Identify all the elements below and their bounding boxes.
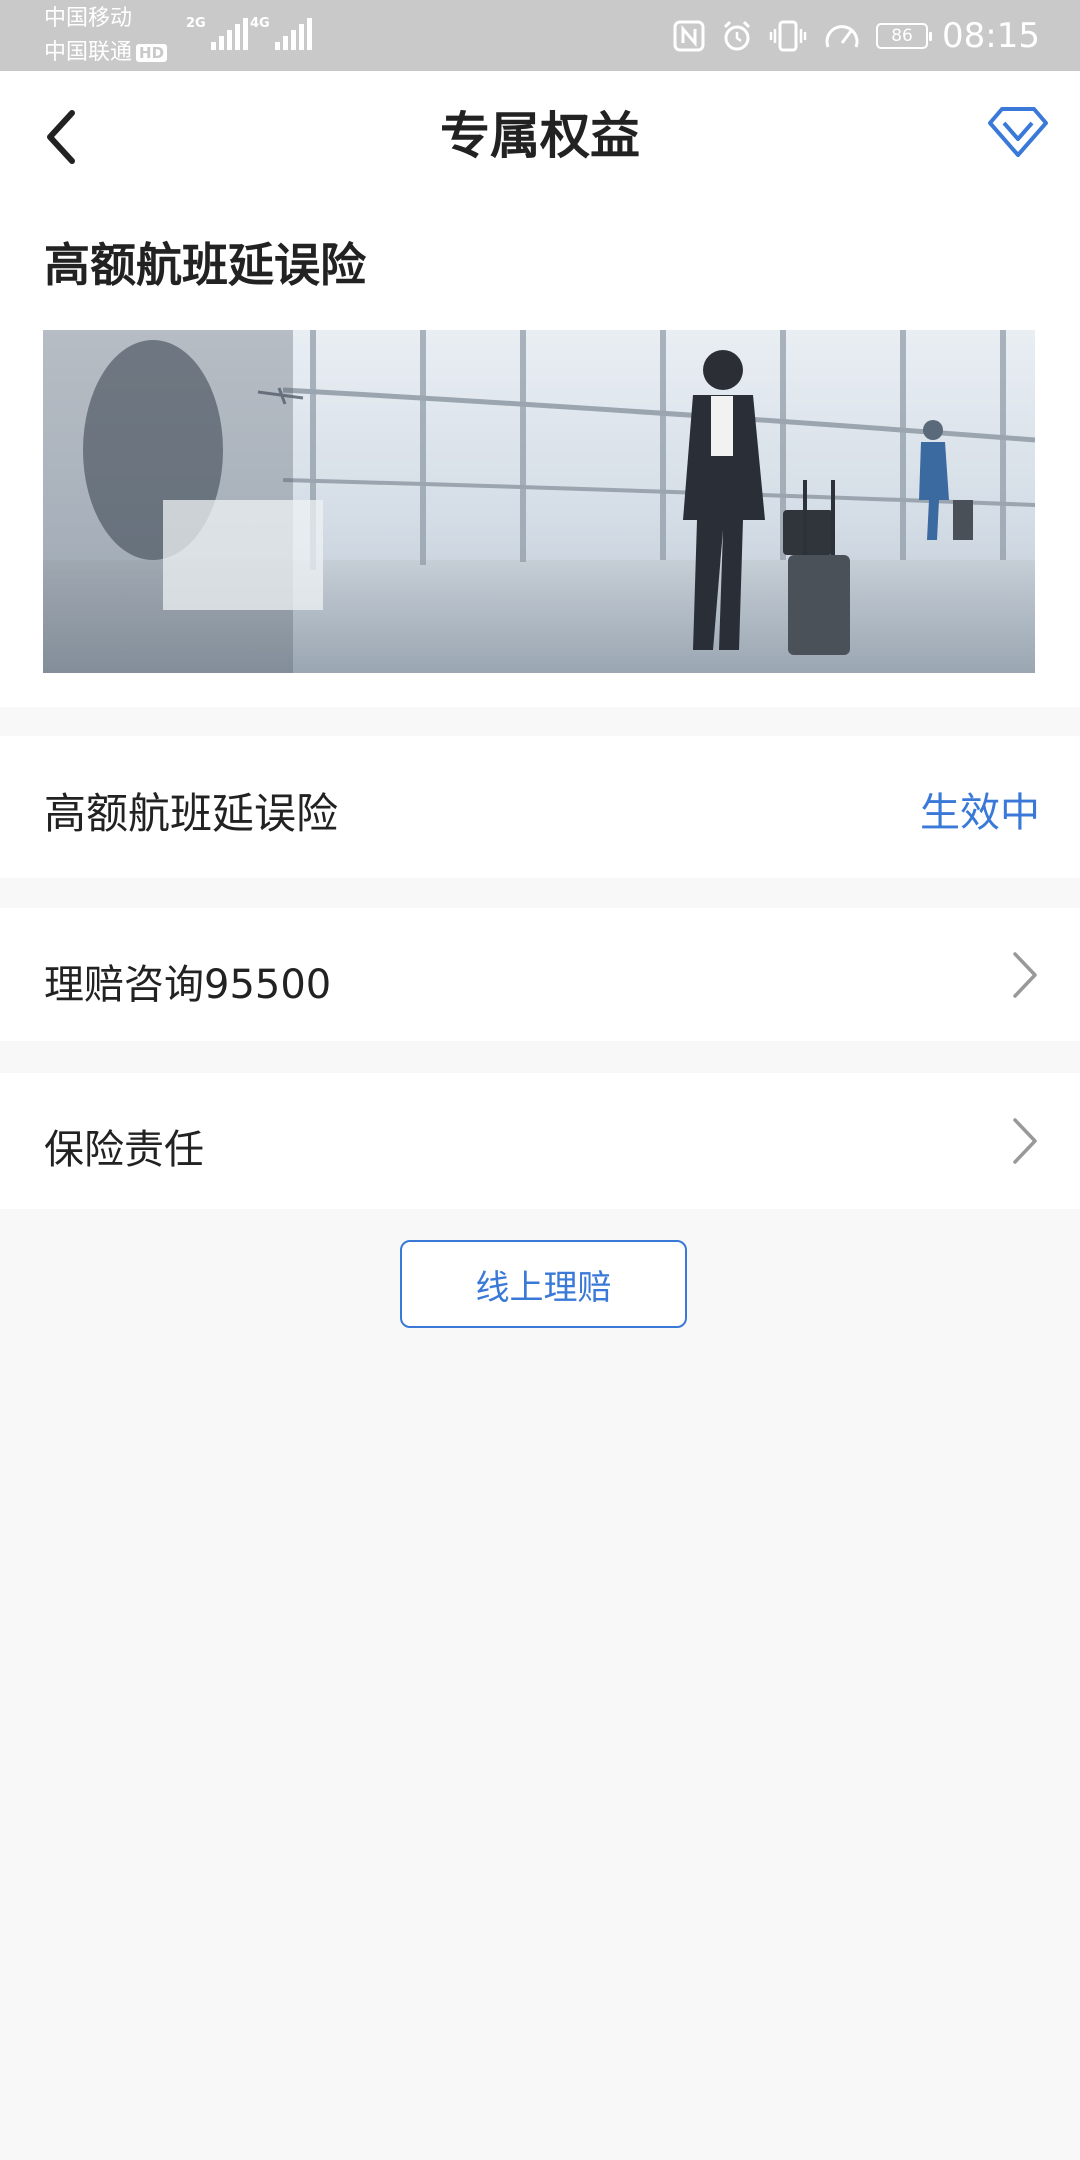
app-header: 专属权益: [0, 71, 1080, 199]
insurance-liability-row[interactable]: 保险责任: [0, 1073, 1080, 1209]
carrier-1: 中国移动: [44, 6, 133, 31]
vibrate-icon: [769, 20, 807, 52]
diamond-icon[interactable]: [986, 101, 1050, 161]
hd-badge: HD: [136, 44, 168, 62]
status-icons: 86 08:15: [672, 8, 1040, 64]
chevron-right-icon: [1013, 1118, 1037, 1164]
carrier-2-label: 中国联通: [44, 40, 133, 65]
benefit-status-label: 高额航班延误险: [44, 789, 339, 838]
status-bar: 中国移动 中国联通 HD 2G 4G 86 08:15: [0, 0, 1080, 71]
carrier-2: 中国联通 HD: [44, 40, 168, 66]
insurance-liability-label: 保险责任: [44, 1127, 204, 1173]
signal-4g-label: 4G: [250, 16, 270, 31]
speed-gauge-icon: [825, 25, 859, 48]
battery-icon: 86: [876, 23, 933, 49]
chevron-right-icon: [1013, 952, 1037, 998]
benefit-status-row: 高额航班延误险 生效中: [0, 736, 1080, 878]
airport-banner-image: [43, 330, 1035, 673]
clock: 08:15: [942, 16, 1040, 56]
signal-4g-icon: 4G: [250, 16, 312, 50]
signal-2g-label: 2G: [186, 16, 206, 31]
page-title: 专属权益: [440, 107, 640, 165]
alarm-icon: [723, 20, 751, 51]
online-claim-button[interactable]: 线上理赔: [400, 1240, 687, 1328]
benefit-title: 高额航班延误险: [44, 238, 366, 292]
benefit-card: 高额航班延误险: [0, 199, 1080, 707]
claim-consultation-row[interactable]: 理赔咨询95500: [0, 908, 1080, 1041]
signal-2g-icon: 2G: [186, 16, 248, 50]
claim-consultation-label: 理赔咨询95500: [44, 962, 332, 1008]
status-badge: 生效中: [920, 790, 1040, 836]
nfc-icon: [673, 20, 705, 52]
